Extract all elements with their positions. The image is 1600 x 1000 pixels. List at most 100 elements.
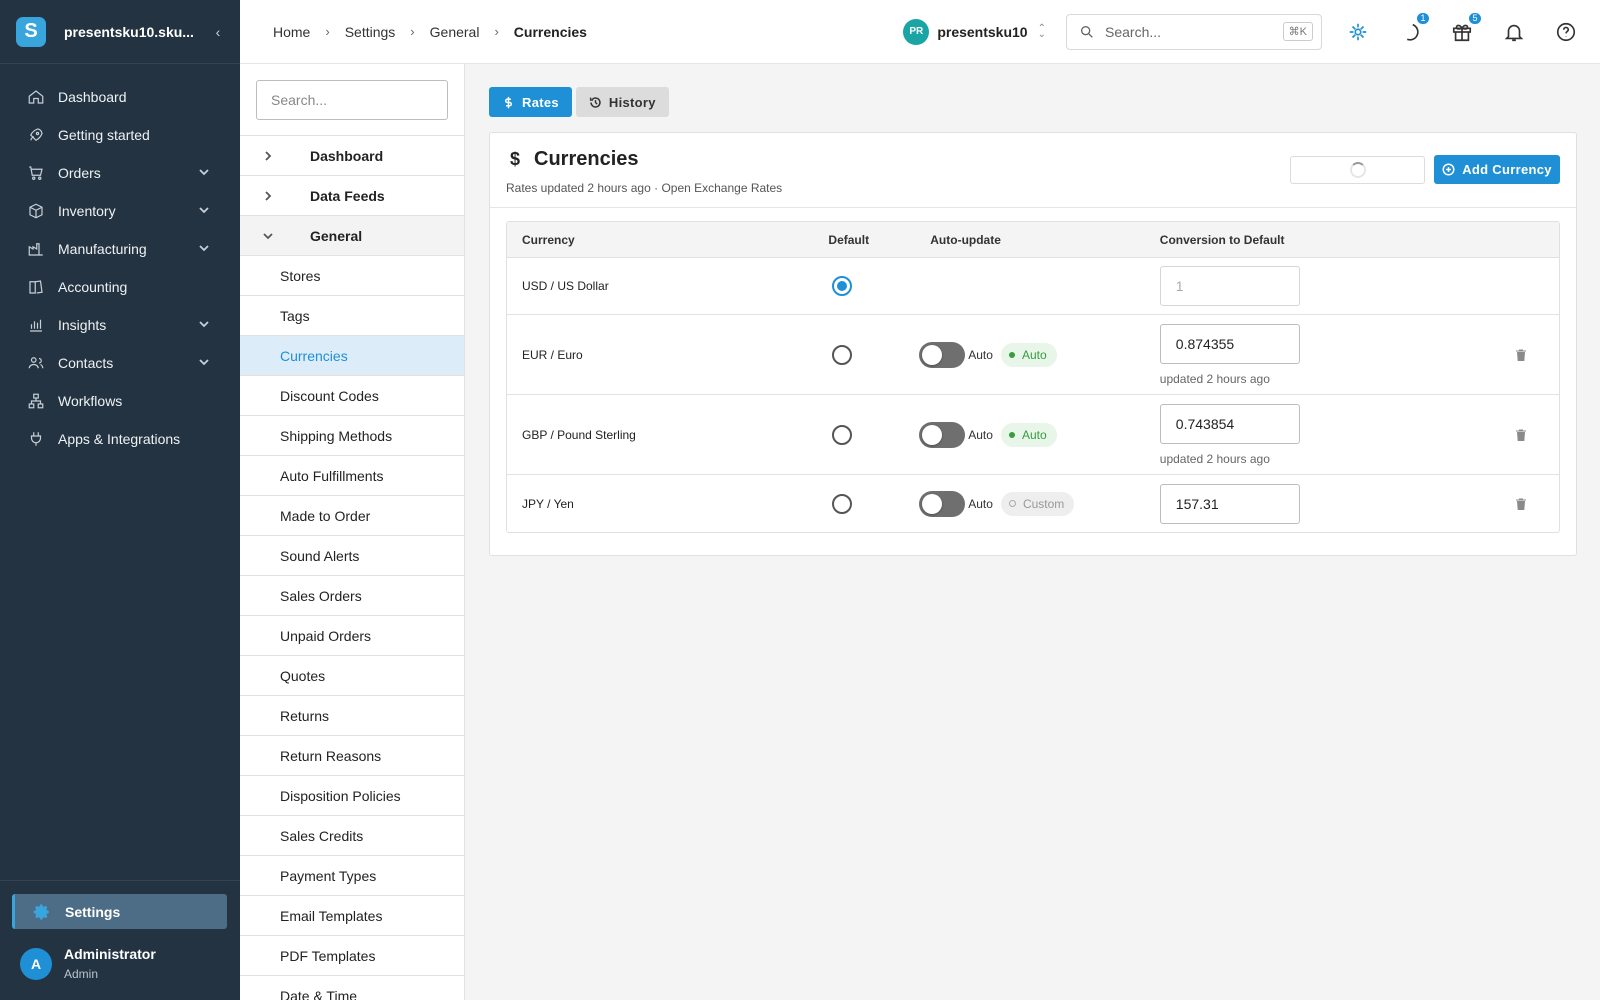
settings-item-pdf-templates[interactable]: PDF Templates: [240, 936, 464, 976]
sidebar-item-accounting[interactable]: Accounting: [0, 268, 240, 306]
settings-group-general[interactable]: General: [240, 216, 464, 256]
status-badge: Auto: [1000, 422, 1057, 447]
settings-item-unpaid-orders[interactable]: Unpaid Orders: [240, 616, 464, 656]
rate-input[interactable]: [1159, 483, 1300, 524]
app-name[interactable]: presentsku10.sku...: [64, 24, 210, 40]
column-header-default: Default: [828, 232, 870, 247]
gifts-button[interactable]: 5: [1450, 11, 1482, 44]
tasks-button[interactable]: 1: [1398, 11, 1430, 44]
settings-item-date-time[interactable]: Date & Time: [240, 976, 464, 1000]
sidebar-item-apps-integrations[interactable]: Apps & Integrations: [0, 420, 240, 458]
sidebar-item-settings[interactable]: Settings: [12, 894, 227, 929]
user-profile[interactable]: A Administrator Admin: [20, 946, 156, 981]
sidebar-item-label: Settings: [65, 903, 121, 920]
rate-input[interactable]: [1159, 403, 1300, 444]
bell-icon: [1504, 24, 1524, 41]
settings-group-data-feeds[interactable]: Data Feeds: [240, 176, 464, 216]
home-icon: [26, 87, 46, 107]
settings-item-auto-fulfillments[interactable]: Auto Fulfillments: [240, 456, 464, 496]
sidebar-item-workflows[interactable]: Workflows: [0, 382, 240, 420]
card-title: $ Currencies: [510, 148, 639, 171]
collapse-sidebar-icon[interactable]: ‹: [210, 24, 226, 40]
dollar-icon: [505, 96, 512, 108]
settings-item-sales-credits[interactable]: Sales Credits: [240, 816, 464, 856]
sidebar-item-inventory[interactable]: Inventory: [0, 192, 240, 230]
chevron-down-icon[interactable]: [198, 355, 210, 371]
sidebar-item-manufacturing[interactable]: Manufacturing: [0, 230, 240, 268]
default-radio[interactable]: [832, 424, 853, 445]
sidebar-item-insights[interactable]: Insights: [0, 306, 240, 344]
settings-item-tags[interactable]: Tags: [240, 296, 464, 336]
settings-item-email-templates[interactable]: Email Templates: [240, 896, 464, 936]
settings-item-return-reasons[interactable]: Return Reasons: [240, 736, 464, 776]
card-title-text: Currencies: [534, 148, 639, 170]
settings-item-discount-codes[interactable]: Discount Codes: [240, 376, 464, 416]
default-radio[interactable]: [832, 493, 853, 514]
rate-updated-text: updated 2 hours ago: [1159, 371, 1270, 386]
refresh-rates-button[interactable]: [1290, 156, 1425, 184]
chevron-down-icon[interactable]: [198, 203, 210, 219]
settings-item-stores[interactable]: Stores: [240, 256, 464, 296]
currency-name: USD / US Dollar: [522, 279, 609, 293]
add-currency-button[interactable]: Add Currency: [1434, 155, 1560, 184]
global-search[interactable]: Search... ⌘K: [1066, 13, 1322, 50]
settings-nav: Dashboard Data Feeds General Stores Tags…: [240, 64, 465, 1000]
breadcrumb-general[interactable]: General: [430, 24, 480, 40]
add-currency-label: Add Currency: [1462, 162, 1552, 177]
settings-item-made-to-order[interactable]: Made to Order: [240, 496, 464, 536]
settings-item-payment-types[interactable]: Payment Types: [240, 856, 464, 896]
settings-item-sound-alerts[interactable]: Sound Alerts: [240, 536, 464, 576]
settings-search-input[interactable]: [271, 92, 433, 108]
settings-group-dashboard[interactable]: Dashboard: [240, 136, 464, 176]
moon-icon: [1406, 23, 1419, 41]
help-button[interactable]: [1554, 20, 1578, 44]
search-icon: [1081, 25, 1093, 38]
breadcrumb-home[interactable]: Home: [273, 24, 310, 40]
tab-history[interactable]: History: [575, 87, 669, 117]
ai-assistant-button[interactable]: [1346, 20, 1370, 44]
settings-search[interactable]: [256, 80, 448, 120]
settings-item-quotes[interactable]: Quotes: [240, 656, 464, 696]
chevron-down-icon[interactable]: [198, 317, 210, 333]
chevron-right-icon: [240, 150, 310, 162]
delete-currency-button[interactable]: [1489, 348, 1559, 362]
default-radio[interactable]: [832, 276, 853, 296]
settings-item-shipping-methods[interactable]: Shipping Methods: [240, 416, 464, 456]
delete-currency-button[interactable]: [1489, 497, 1559, 511]
tab-label: History: [608, 94, 656, 110]
sidebar-item-dashboard[interactable]: Dashboard: [0, 78, 240, 116]
gift-icon: [1452, 24, 1472, 41]
breadcrumb-separator: ›: [494, 24, 499, 39]
top-bar: Home › Settings › General › Currencies P…: [240, 0, 1600, 64]
chevron-down-icon[interactable]: [198, 165, 210, 181]
settings-item-returns[interactable]: Returns: [240, 696, 464, 736]
sidebar-item-label: Insights: [58, 317, 107, 333]
chevron-down-icon[interactable]: [198, 241, 210, 257]
currencies-card: $ Currencies Rates updated 2 hours ago ·…: [489, 132, 1577, 556]
search-shortcut: ⌘K: [1282, 22, 1313, 41]
org-switcher[interactable]: PR presentsku10 ⌃ ⌄: [903, 18, 1046, 45]
tab-rates[interactable]: Rates: [489, 87, 572, 117]
default-radio[interactable]: [832, 344, 853, 365]
help-icon: [1556, 22, 1576, 41]
delete-currency-button[interactable]: [1489, 428, 1559, 442]
notifications-button[interactable]: [1502, 20, 1526, 44]
breadcrumb-settings[interactable]: Settings: [345, 24, 396, 40]
plug-icon: [26, 429, 46, 449]
user-role: Admin: [64, 967, 99, 981]
settings-item-sales-orders[interactable]: Sales Orders: [240, 576, 464, 616]
toggle-label: Auto: [968, 347, 993, 362]
auto-update-toggle[interactable]: [919, 421, 966, 448]
sidebar-item-getting-started[interactable]: Getting started: [0, 116, 240, 154]
settings-item-disposition-policies[interactable]: Disposition Policies: [240, 776, 464, 816]
rate-input[interactable]: [1159, 323, 1300, 364]
auto-update-toggle[interactable]: [919, 341, 966, 368]
user-name: Administrator: [64, 946, 156, 962]
sidebar-item-label: Contacts: [58, 355, 114, 371]
settings-item-currencies[interactable]: Currencies: [240, 336, 464, 376]
sidebar-item-orders[interactable]: Orders: [0, 154, 240, 192]
app-logo[interactable]: S: [16, 16, 46, 47]
sidebar-item-contacts[interactable]: Contacts: [0, 344, 240, 382]
app-sidebar: S presentsku10.sku... ‹ Dashboard Gettin…: [0, 0, 240, 1000]
auto-update-toggle[interactable]: [919, 490, 966, 517]
